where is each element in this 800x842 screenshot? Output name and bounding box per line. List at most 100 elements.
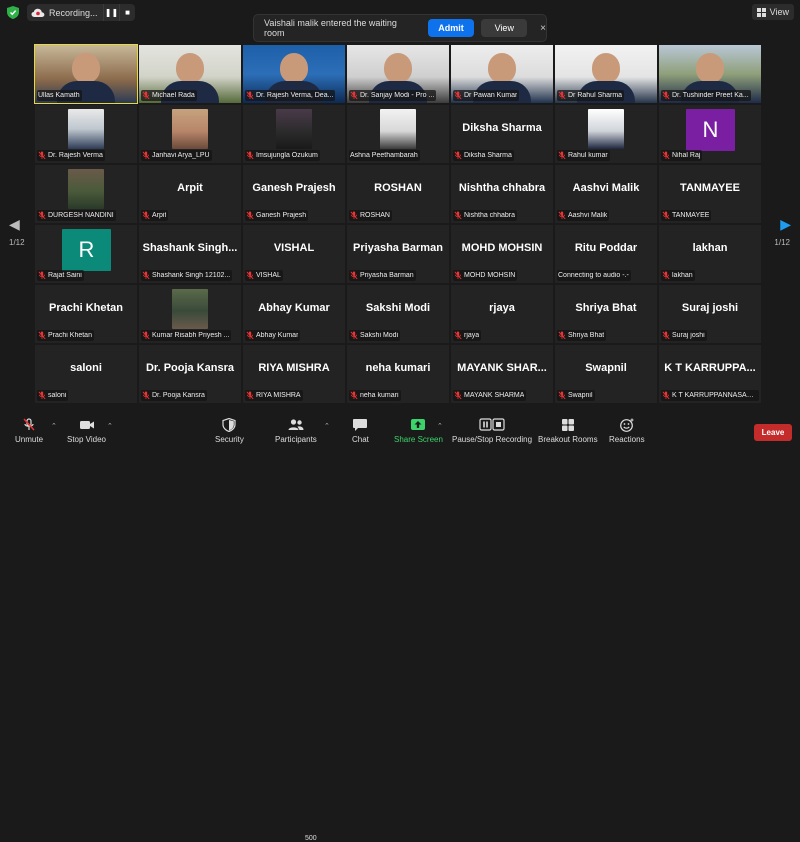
security-button[interactable]: Security: [215, 418, 244, 444]
share-screen-button[interactable]: Share Screen: [394, 418, 443, 444]
participant-tile[interactable]: Michael Rada: [139, 45, 241, 103]
participant-tile[interactable]: VISHAL VISHAL: [243, 225, 345, 283]
pause-recording-button[interactable]: ❚❚: [103, 4, 119, 21]
muted-microphone-icon: [38, 331, 46, 340]
participant-tile[interactable]: MAYANK SHAR... MAYANK SHARMA: [451, 345, 553, 403]
participant-tile[interactable]: Ganesh Prajesh Ganesh Prajesh: [243, 165, 345, 223]
breakout-rooms-button[interactable]: Breakout Rooms: [538, 418, 598, 444]
participant-tile[interactable]: Kumar Risabh Priyesh ...: [139, 285, 241, 343]
participant-tile[interactable]: lakhan lakhan: [659, 225, 761, 283]
participant-name-label: lakhan: [661, 270, 695, 281]
participant-tile[interactable]: Shashank Singh... Shashank Singh 12102...: [139, 225, 241, 283]
notification-message: Vaishali malik entered the waiting room: [264, 18, 397, 38]
stop-recording-button[interactable]: ■: [119, 4, 135, 21]
participant-tile[interactable]: R Rajat Saini: [35, 225, 137, 283]
participant-display-name: rjaya: [489, 302, 515, 314]
leave-button[interactable]: Leave: [754, 424, 792, 441]
unmute-button[interactable]: Unmute: [15, 418, 43, 444]
participant-tile[interactable]: Ritu Poddar Connecting to audio -.-: [555, 225, 657, 283]
muted-microphone-icon: [662, 211, 670, 220]
next-page-icon[interactable]: ▶: [780, 216, 791, 233]
participant-tile[interactable]: N Nihal Raj: [659, 105, 761, 163]
muted-microphone-icon: [142, 91, 150, 100]
pause-stop-recording-button[interactable]: Pause/Stop Recording: [452, 418, 532, 444]
view-waiting-room-button[interactable]: View: [481, 19, 528, 37]
participant-tile[interactable]: Ashna Peethambarah: [347, 105, 449, 163]
participant-tile[interactable]: Shriya Bhat Shriya Bhat: [555, 285, 657, 343]
participant-tile[interactable]: Suraj joshi Suraj joshi: [659, 285, 761, 343]
participant-display-name: Aashvi Malik: [572, 182, 640, 194]
shield-icon[interactable]: [7, 6, 19, 19]
unmute-label: Unmute: [15, 435, 44, 444]
participant-tile[interactable]: K T KARRUPPA... K T KARRUPPANNASAMY: [659, 345, 761, 403]
participant-tile[interactable]: Rahul kumar: [555, 105, 657, 163]
participant-name-label: Kumar Risabh Priyesh ...: [141, 330, 232, 341]
participant-tile[interactable]: Dr Rahul Sharma: [555, 45, 657, 103]
participant-name-label: Imsujungla Ozukum: [245, 150, 320, 161]
participant-tile[interactable]: Aashvi Malik Aashvi Malik: [555, 165, 657, 223]
participant-tile[interactable]: saloni saloni: [35, 345, 137, 403]
participant-tile[interactable]: Dr. Rajesh Verma: [35, 105, 137, 163]
participant-name-label: Aashvi Malik: [557, 210, 610, 221]
participant-tile[interactable]: ROSHAN ROSHAN: [347, 165, 449, 223]
reactions-button[interactable]: Reactions: [609, 418, 645, 444]
muted-microphone-icon: [246, 331, 254, 340]
participant-silhouette: [280, 53, 308, 83]
participant-tile[interactable]: Ullas Kamath: [34, 44, 138, 104]
participants-button[interactable]: Participants: [275, 418, 317, 444]
muted-microphone-icon: [558, 211, 566, 220]
admit-button[interactable]: Admit: [427, 19, 475, 37]
stop-video-button[interactable]: Stop Video: [67, 418, 106, 444]
participant-tile[interactable]: TANMAYEE TANMAYEE: [659, 165, 761, 223]
participant-tile[interactable]: Janhavi Arya_LPU: [139, 105, 241, 163]
participant-name-label: Dr. Sanjay Modi - Pro ...: [349, 90, 437, 101]
participant-name: K T KARRUPPANNASAMY: [672, 392, 757, 399]
muted-microphone-icon: [246, 391, 254, 400]
participant-name-label: Arpit: [141, 210, 169, 221]
participant-tile[interactable]: Prachi Khetan Prachi Khetan: [35, 285, 137, 343]
participant-tile[interactable]: Dr. Sanjay Modi - Pro ...: [347, 45, 449, 103]
participant-name: Ashna Peethambarah: [350, 152, 418, 159]
participant-tile[interactable]: Swapnil Swapnil: [555, 345, 657, 403]
participant-tile[interactable]: Arpit Arpit: [139, 165, 241, 223]
participant-name: Dr Pawan Kumar: [464, 92, 518, 99]
participant-name-label: Dr. Rajesh Verma, Dea...: [245, 90, 336, 101]
muted-microphone-icon: [142, 211, 150, 220]
participant-tile[interactable]: Nishtha chhabra Nishtha chhabra: [451, 165, 553, 223]
participant-name-label: Rahul kumar: [557, 150, 610, 161]
participant-tile[interactable]: Imsujungla Ozukum: [243, 105, 345, 163]
participant-tile[interactable]: Diksha Sharma Diksha Sharma: [451, 105, 553, 163]
participant-tile[interactable]: Dr. Pooja Kansra Dr. Pooja Kansra: [139, 345, 241, 403]
participant-name-label: Prachi Khetan: [37, 330, 94, 341]
previous-page-icon[interactable]: ◀: [9, 216, 20, 233]
participant-tile[interactable]: Dr. Rajesh Verma, Dea...: [243, 45, 345, 103]
view-button[interactable]: View: [751, 4, 794, 20]
participant-name-label: Dr Pawan Kumar: [453, 90, 520, 101]
participant-tile[interactable]: RIYA MISHRA RIYA MISHRA: [243, 345, 345, 403]
participant-tile[interactable]: Dr. Tushinder Preet Ka...: [659, 45, 761, 103]
participant-name-label: neha kumari: [349, 390, 401, 401]
participant-tile[interactable]: Dr Pawan Kumar: [451, 45, 553, 103]
participant-tile[interactable]: rjaya rjaya: [451, 285, 553, 343]
participant-name: saloni: [48, 392, 67, 399]
share-options-chevron-icon[interactable]: ⌃: [437, 422, 443, 430]
video-options-chevron-icon[interactable]: ⌃: [107, 422, 113, 430]
participant-tile[interactable]: neha kumari neha kumari: [347, 345, 449, 403]
profile-photo: [172, 109, 208, 149]
participant-name: Dr Rahul Sharma: [568, 92, 623, 99]
participant-tile[interactable]: DURGESH NANDINI: [35, 165, 137, 223]
participant-tile[interactable]: Sakshi Modi Sakshi Modi: [347, 285, 449, 343]
muted-microphone-icon: [662, 91, 670, 100]
participants-options-chevron-icon[interactable]: ⌃: [324, 422, 330, 430]
chat-button[interactable]: Chat: [352, 418, 369, 444]
audio-options-chevron-icon[interactable]: ⌃: [51, 422, 57, 430]
muted-microphone-icon: [558, 151, 566, 160]
participant-tile[interactable]: MOHD MOHSIN MOHD MOHSIN: [451, 225, 553, 283]
participant-name: Priyasha Barman: [360, 272, 414, 279]
participant-name: Swapnil: [568, 392, 593, 399]
participant-name: ROSHAN: [360, 212, 390, 219]
participant-tile[interactable]: Abhay Kumar Abhay Kumar: [243, 285, 345, 343]
reactions-label: Reactions: [609, 435, 645, 444]
close-icon[interactable]: ×: [540, 23, 546, 34]
participant-tile[interactable]: Priyasha Barman Priyasha Barman: [347, 225, 449, 283]
